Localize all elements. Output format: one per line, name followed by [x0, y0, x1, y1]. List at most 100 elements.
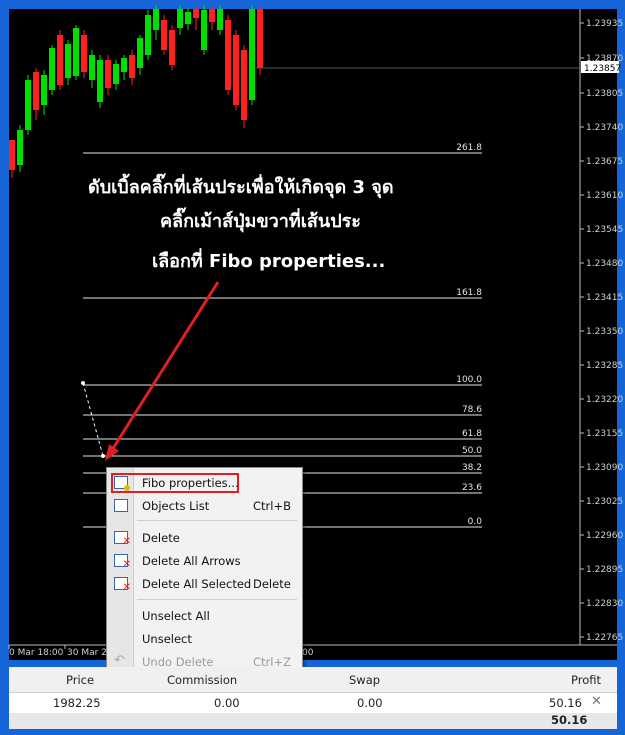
- candle-body: [25, 80, 31, 130]
- candle-body: [249, 9, 255, 100]
- menu-shortcut: Ctrl+B: [253, 499, 291, 513]
- total-row: 50.16: [9, 713, 617, 729]
- table-row[interactable]: 1982.25 0.00 0.00 50.16 ✕: [9, 693, 617, 713]
- candle-body: [225, 20, 231, 90]
- candle-body: [49, 48, 55, 90]
- candle-body: [17, 130, 23, 165]
- candle-body: [153, 9, 159, 30]
- candle-body: [81, 35, 87, 72]
- fibo-level-label: 50.0: [462, 446, 482, 456]
- candle-body: [257, 9, 263, 68]
- candle-body: [201, 10, 207, 50]
- candle-body: [217, 9, 223, 30]
- menu-shortcut: Delete: [253, 577, 291, 591]
- price-label: 1.22895: [586, 565, 623, 575]
- price-label: 1.23545: [586, 225, 623, 235]
- delete-icon: ✕: [114, 531, 131, 547]
- header-commission[interactable]: Commission: [167, 673, 237, 687]
- commission-cell: 0.00: [214, 696, 240, 710]
- candle-body: [41, 75, 47, 105]
- price-label: 1.23220: [586, 395, 623, 405]
- annotation-line-1: ดับเบิ้ลคลิ๊กที่เส้นประเพื่อให้เกิดจุด 3…: [88, 173, 394, 199]
- candle-body: [73, 28, 79, 76]
- candle-body: [241, 50, 247, 120]
- price-label: 1.23350: [586, 327, 623, 337]
- terminal-panel: Price Commission Swap Profit 1982.25 0.0…: [9, 667, 617, 729]
- menu-label: Unselect: [142, 632, 192, 646]
- swap-cell: 0.00: [357, 696, 383, 710]
- price-label: 1.23415: [586, 293, 623, 303]
- candle-body: [113, 64, 119, 84]
- candle-body: [97, 60, 103, 102]
- candle-body: [193, 9, 199, 18]
- delete-arrows-icon: ✕: [114, 554, 131, 570]
- price-chart[interactable]: 1.239351.238701.238051.237401.236751.236…: [0, 0, 625, 735]
- annotation-line-2: คลิ๊กเม้าส์ปุ่มขวาที่เส้นประ: [160, 207, 361, 233]
- price-label: 1.23285: [586, 361, 623, 371]
- candle-body: [65, 44, 71, 78]
- price-label: 1.23155: [586, 429, 623, 439]
- price-label: 1.22830: [586, 599, 623, 609]
- price-label: 1.22765: [586, 633, 623, 643]
- candle-body: [89, 55, 95, 80]
- menu-item-unselect-all[interactable]: Unselect All: [107, 605, 302, 627]
- menu-label: Delete All Selected: [142, 577, 252, 591]
- candle-body: [129, 55, 135, 78]
- fibo-level-label: 61.8: [462, 429, 482, 439]
- menu-item-unselect[interactable]: Unselect: [107, 628, 302, 650]
- price-label: 1.23675: [586, 157, 623, 167]
- candle-body: [57, 35, 63, 85]
- price-label: 1.23480: [586, 259, 623, 269]
- header-swap[interactable]: Swap: [349, 673, 380, 687]
- candle-body: [145, 15, 151, 55]
- profit-cell: 50.16: [549, 696, 582, 710]
- fibo-level-label: 161.8: [456, 288, 482, 298]
- menu-item-objects-list[interactable]: Objects List Ctrl+B: [107, 495, 302, 517]
- fibo-level-label: 0.0: [468, 517, 483, 527]
- menu-item-delete[interactable]: ✕ Delete: [107, 527, 302, 549]
- candle-body: [233, 35, 239, 105]
- menu-label: Unselect All: [142, 609, 210, 623]
- header-profit[interactable]: Profit: [571, 673, 601, 687]
- price-label: 1.23025: [586, 497, 623, 507]
- fibo-level-label: 38.2: [462, 463, 482, 473]
- fibo-properties-icon: [114, 476, 130, 491]
- candle-body: [9, 140, 15, 170]
- menu-item-delete-all-selected[interactable]: ✕ Delete All Selected Delete: [107, 573, 302, 595]
- menu-label: Delete All Arrows: [142, 554, 241, 568]
- price-label: 1.23740: [586, 123, 623, 133]
- menu-item-fibo-properties[interactable]: Fibo properties...: [107, 472, 302, 494]
- fibo-level-label: 23.6: [462, 483, 482, 493]
- fibo-level-label: 100.0: [456, 375, 482, 385]
- price-label: 1.23935: [586, 19, 623, 29]
- price-label: 1.23805: [586, 89, 623, 99]
- undo-icon: ↶: [114, 653, 125, 668]
- candle-body: [169, 30, 175, 65]
- total-profit: 50.16: [551, 713, 588, 727]
- candle-body: [177, 9, 183, 28]
- fibo-level-label: 78.6: [462, 405, 482, 415]
- delete-selected-icon: ✕: [114, 577, 131, 593]
- fibo-anchor-point[interactable]: [81, 381, 85, 385]
- terminal-header: Price Commission Swap Profit: [9, 667, 617, 693]
- menu-item-delete-all-arrows[interactable]: ✕ Delete All Arrows: [107, 550, 302, 572]
- close-order-icon[interactable]: ✕: [591, 694, 602, 709]
- candle-body: [33, 72, 39, 110]
- header-price[interactable]: Price: [66, 673, 94, 687]
- fibo-level-label: 261.8: [456, 143, 482, 153]
- current-price-label: 1.23857: [584, 64, 621, 74]
- objects-list-icon: [114, 499, 128, 512]
- candle-body: [121, 58, 127, 72]
- menu-label: Objects List: [142, 499, 210, 513]
- time-label: 0 Mar 18:00: [9, 648, 64, 658]
- candle-body: [137, 38, 143, 68]
- candle-body: [185, 12, 191, 24]
- menu-label: Fibo properties...: [142, 476, 239, 490]
- time-label: 00: [302, 648, 314, 658]
- candle-body: [209, 9, 215, 22]
- price-label: 1.23090: [586, 463, 623, 473]
- fibo-anchor-point[interactable]: [101, 454, 105, 458]
- annotation-line-3: เลือกที่ Fibo properties...: [152, 248, 385, 272]
- menu-label: Delete: [142, 531, 180, 545]
- context-menu: Fibo properties... Objects List Ctrl+B ✕…: [106, 467, 303, 677]
